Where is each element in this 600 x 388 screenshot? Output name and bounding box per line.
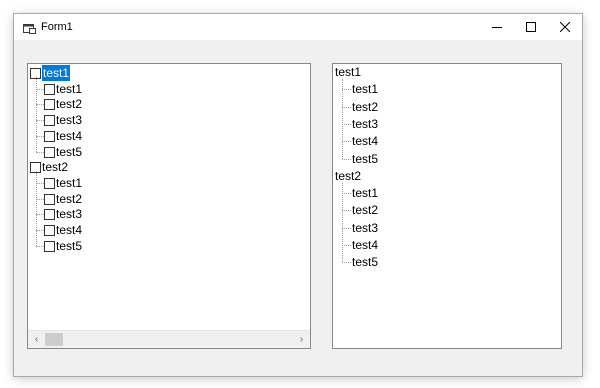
tree-connector — [342, 106, 351, 108]
tree-node-child[interactable]: test4 — [352, 237, 378, 253]
tree-connector — [36, 151, 44, 153]
tree-node-label: test2 — [56, 97, 83, 112]
node-checkbox[interactable] — [44, 99, 55, 111]
tree-connector — [342, 182, 343, 263]
tree-node-label: test5 — [56, 144, 83, 159]
close-button[interactable] — [548, 14, 582, 40]
tree-node-label: test1 — [56, 81, 83, 96]
tree-node-child[interactable]: test5 — [352, 151, 378, 167]
tree-connector — [342, 193, 351, 195]
node-checkbox[interactable] — [44, 83, 55, 95]
tree-node-child[interactable]: test3 — [352, 220, 378, 236]
tree-connector — [342, 245, 351, 246]
node-checkbox[interactable] — [44, 193, 55, 205]
node-checkbox[interactable] — [44, 177, 55, 189]
tree-connector — [36, 171, 37, 246]
tree-node-label: test3 — [56, 113, 83, 128]
tree-connector — [36, 88, 44, 90]
node-checkbox[interactable] — [44, 146, 55, 158]
treeview-plain[interactable]: test1 test1 test2 test3 test4 test5 test2 test1… — [332, 63, 562, 349]
tree-node-child[interactable]: test4 — [352, 133, 378, 149]
node-checkbox[interactable] — [44, 209, 55, 221]
form-app-icon — [23, 21, 36, 34]
maximize-button[interactable] — [514, 14, 548, 40]
tree-node-child[interactable]: test1 — [352, 185, 378, 201]
tree-node-child[interactable]: test3 — [352, 116, 378, 132]
maximize-icon — [526, 22, 536, 32]
minimize-icon — [492, 27, 502, 28]
title-bar[interactable]: Form1 — [14, 14, 582, 40]
tree-connector — [342, 141, 351, 143]
close-icon — [560, 22, 570, 32]
window-title: Form1 — [41, 21, 73, 33]
tree-connector — [342, 262, 351, 264]
tree-connector — [36, 198, 44, 200]
tree-connector — [36, 182, 44, 184]
tree-connector — [36, 104, 44, 106]
minimize-button[interactable] — [480, 14, 514, 40]
tree-node-label: test1 — [42, 65, 71, 81]
tree-node-child[interactable]: test5 — [352, 254, 378, 270]
tree-node-parent[interactable]: test1 — [335, 64, 361, 80]
tree-connector — [36, 77, 37, 152]
node-checkbox[interactable] — [44, 240, 55, 252]
tree-connector — [36, 230, 44, 231]
horizontal-scrollbar[interactable]: ‹ › — [28, 330, 310, 348]
tree-connector — [342, 158, 351, 160]
tree-connector — [342, 227, 351, 229]
tree-connector — [342, 123, 351, 125]
tree-connector — [342, 89, 351, 91]
tree-node-label: test3 — [56, 207, 83, 222]
node-checkbox[interactable] — [44, 130, 55, 142]
tree-connector — [36, 135, 44, 137]
treeview-with-checkboxes[interactable]: ‹ › test1 test1 test2 test3 test4 test5 test2 t… — [27, 63, 311, 349]
tree-node-child[interactable]: test1 — [352, 81, 378, 97]
scroll-thumb[interactable] — [45, 333, 63, 346]
tree-node-label: test5 — [56, 238, 83, 253]
tree-node-child[interactable]: test2 — [352, 202, 378, 218]
node-checkbox[interactable] — [44, 115, 55, 127]
tree-node-label: test2 — [42, 160, 69, 175]
scroll-left-arrow[interactable]: ‹ — [28, 331, 45, 348]
tree-node-parent[interactable]: test2 — [335, 168, 361, 184]
node-checkbox[interactable] — [44, 225, 55, 236]
tree-node-label: test4 — [56, 223, 83, 237]
tree-connector — [342, 210, 351, 212]
tree-connector — [36, 214, 44, 216]
form1-window: Form1 ‹ › test1 test1 test2 test3 test4 test5… — [14, 14, 582, 376]
tree-connector — [36, 245, 44, 247]
tree-connector — [342, 79, 343, 159]
tree-node-label: test1 — [56, 175, 83, 190]
tree-connector — [36, 120, 44, 122]
tree-node-label: test4 — [56, 128, 83, 143]
tree-node-label: test2 — [56, 191, 83, 206]
scroll-right-arrow[interactable]: › — [293, 331, 310, 348]
tree-node-child[interactable]: test2 — [352, 99, 378, 115]
